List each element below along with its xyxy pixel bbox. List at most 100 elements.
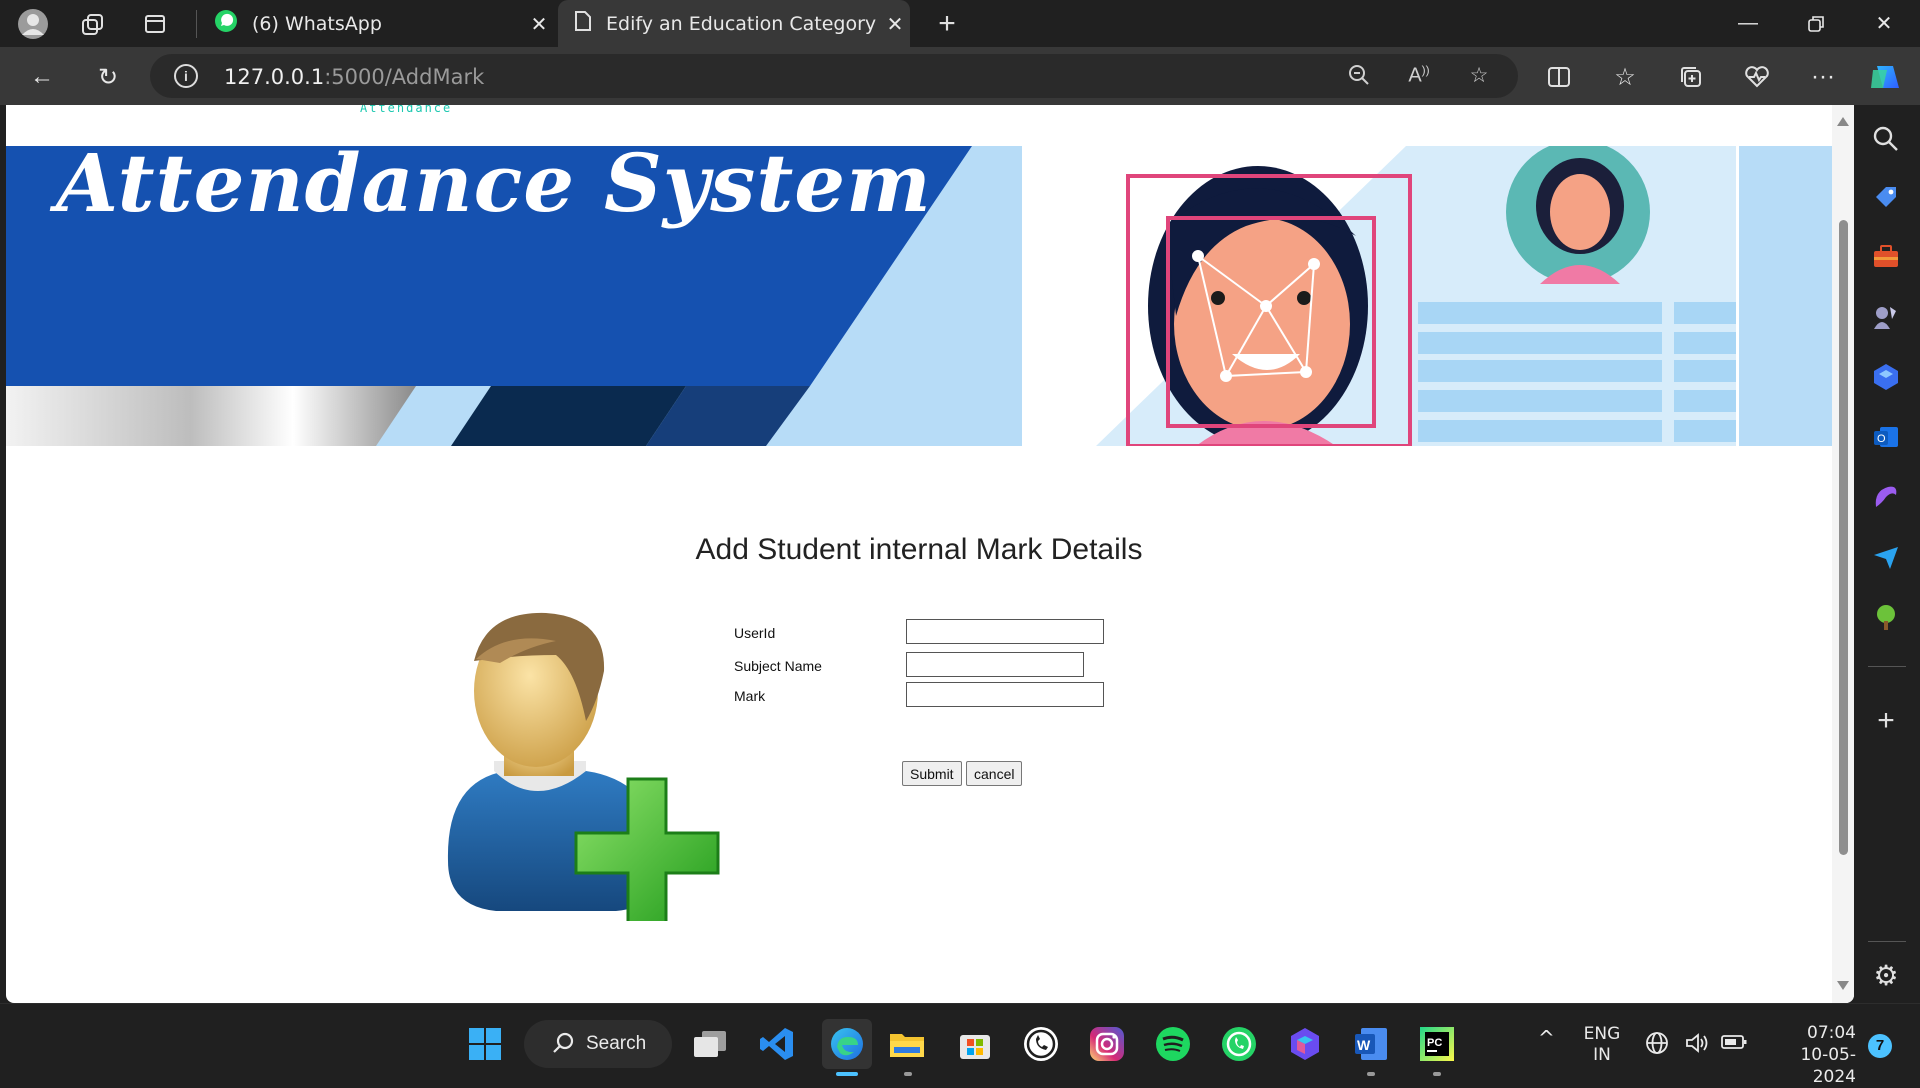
designer-icon[interactable]	[1870, 481, 1902, 513]
copilot-taskbar-icon[interactable]	[1286, 1025, 1324, 1063]
running-indicator	[836, 1072, 858, 1076]
favorites-icon[interactable]: ☆	[1607, 59, 1643, 95]
refresh-icon[interactable]: ↻	[90, 59, 126, 95]
address-url[interactable]: 127.0.0.1:5000/AddMark	[224, 65, 484, 89]
tab-divider	[196, 10, 197, 38]
copilot-sidebar-icon[interactable]	[1870, 361, 1902, 393]
tab-actions-icon[interactable]	[138, 7, 172, 41]
close-tab-icon[interactable]: ✕	[880, 12, 910, 36]
language-indicator[interactable]: ENG IN	[1578, 1024, 1626, 1066]
page-viewport: Attendance Attendance System Add Student…	[6, 105, 1854, 1003]
volume-icon[interactable]	[1684, 1030, 1710, 1061]
browser-toolbar: ← ↻ i 127.0.0.1:5000/AddMark A)) ☆ ☆ ···	[0, 47, 1920, 105]
workspaces-icon[interactable]	[76, 7, 110, 41]
search-label: Search	[586, 1033, 647, 1054]
banner-title: Attendance System	[56, 136, 932, 230]
tab-title: (6) WhatsApp	[252, 12, 382, 35]
page-title: Add Student internal Mark Details	[695, 533, 1143, 566]
browser-tab-bar: (6) WhatsApp ✕ Edify an Education Catego…	[0, 0, 1920, 47]
running-indicator	[1367, 1072, 1375, 1076]
pycharm-icon[interactable]: PC	[1418, 1025, 1456, 1063]
new-tab-icon[interactable]: +	[930, 7, 964, 41]
network-globe-icon[interactable]	[1644, 1030, 1670, 1061]
add-user-illustration	[447, 612, 720, 921]
tools-icon[interactable]	[1870, 241, 1902, 273]
scroll-thumb[interactable]	[1839, 220, 1848, 855]
sidebar-separator	[1868, 941, 1906, 942]
show-hidden-icons-chevron-icon[interactable]: ^	[1538, 1026, 1555, 1050]
clock-time: 07:04	[1807, 1023, 1856, 1043]
running-indicator	[1433, 1072, 1441, 1076]
cancel-button[interactable]: cancel	[966, 761, 1023, 786]
subject-name-label: Subject Name	[734, 658, 822, 674]
clock[interactable]: 07:04 10-05-2024	[1758, 1022, 1856, 1088]
split-screen-icon[interactable]	[1541, 59, 1577, 95]
back-arrow-icon[interactable]: ←	[24, 59, 60, 95]
page-scrollbar[interactable]	[1832, 105, 1854, 1003]
browser-essentials-icon[interactable]	[1739, 59, 1775, 95]
battery-icon[interactable]	[1720, 1032, 1748, 1057]
collections-icon[interactable]	[1673, 59, 1709, 95]
mark-label: Mark	[734, 688, 766, 704]
copilot-icon[interactable]	[1868, 59, 1904, 95]
attendance-banner: Attendance System	[6, 136, 1832, 446]
site-info-icon[interactable]: i	[174, 64, 198, 88]
tab-title: Edify an Education Category Boo	[606, 12, 880, 35]
vscode-icon[interactable]	[758, 1025, 796, 1063]
read-aloud-icon[interactable]: A))	[1404, 63, 1434, 89]
profile-avatar-icon[interactable]	[16, 7, 50, 41]
sidebar-separator	[1868, 666, 1906, 667]
outlook-icon[interactable]: O	[1870, 421, 1902, 453]
whatsapp-green-icon[interactable]	[1220, 1025, 1258, 1063]
windows-taskbar: Search W PC ^ ENG IN 07:04 10-05-2024 7	[0, 1003, 1920, 1087]
scroll-up-arrow-icon[interactable]	[1837, 117, 1849, 126]
whatsapp-icon	[214, 9, 238, 38]
edge-icon[interactable]	[822, 1019, 872, 1069]
search-icon[interactable]	[1870, 123, 1902, 155]
add-sidebar-app-icon[interactable]: +	[1870, 705, 1902, 737]
close-window-icon[interactable]: ✕	[1850, 0, 1918, 47]
clock-date: 10-05-2024	[1800, 1045, 1856, 1087]
mark-input[interactable]	[906, 682, 1104, 707]
tab-edify[interactable]: Edify an Education Category Boo ✕	[558, 0, 910, 47]
spotify-icon[interactable]	[1154, 1025, 1192, 1063]
zoom-out-icon[interactable]	[1344, 63, 1374, 89]
userid-label: UserId	[734, 625, 776, 641]
userid-input[interactable]	[906, 619, 1104, 644]
favorite-star-icon[interactable]: ☆	[1464, 63, 1494, 89]
svg-text:PC: PC	[1427, 1037, 1442, 1049]
whatsapp-icon[interactable]	[1022, 1025, 1060, 1063]
games-icon[interactable]	[1870, 301, 1902, 333]
svg-text:O: O	[1877, 433, 1886, 445]
submit-button[interactable]: Submit	[902, 761, 962, 786]
file-explorer-icon[interactable]	[888, 1025, 926, 1063]
taskbar-search-button[interactable]: Search	[524, 1020, 672, 1068]
edge-sidebar: O + ⚙	[1854, 105, 1920, 1005]
word-icon[interactable]: W	[1352, 1025, 1390, 1063]
notification-badge[interactable]: 7	[1868, 1034, 1892, 1058]
scroll-down-arrow-icon[interactable]	[1837, 981, 1849, 990]
microsoft-store-icon[interactable]	[956, 1025, 994, 1063]
region-code: IN	[1593, 1045, 1611, 1065]
instagram-icon[interactable]	[1088, 1025, 1126, 1063]
language-code: ENG	[1583, 1024, 1621, 1044]
close-tab-icon[interactable]: ✕	[524, 12, 554, 36]
top-cropped-text: Attendance	[360, 105, 453, 115]
page-icon	[574, 10, 592, 37]
url-host: 127.0.0.1	[224, 65, 325, 89]
tree-icon[interactable]	[1870, 601, 1902, 633]
settings-gear-icon[interactable]: ⚙	[1870, 960, 1902, 992]
running-indicator	[904, 1072, 912, 1076]
subject-name-input[interactable]	[906, 652, 1084, 677]
task-view-icon[interactable]	[690, 1025, 728, 1063]
tab-whatsapp[interactable]: (6) WhatsApp ✕	[204, 0, 554, 47]
shopping-tag-icon[interactable]	[1870, 181, 1902, 213]
address-bar[interactable]: i 127.0.0.1:5000/AddMark A)) ☆	[150, 54, 1518, 98]
svg-text:W: W	[1357, 1037, 1371, 1053]
more-options-icon[interactable]: ···	[1805, 59, 1841, 95]
url-path: :5000/AddMark	[324, 65, 485, 89]
windows-start-icon[interactable]	[466, 1025, 504, 1063]
send-icon[interactable]	[1870, 541, 1902, 573]
minimize-icon[interactable]: —	[1714, 0, 1782, 47]
restore-icon[interactable]	[1782, 0, 1850, 47]
